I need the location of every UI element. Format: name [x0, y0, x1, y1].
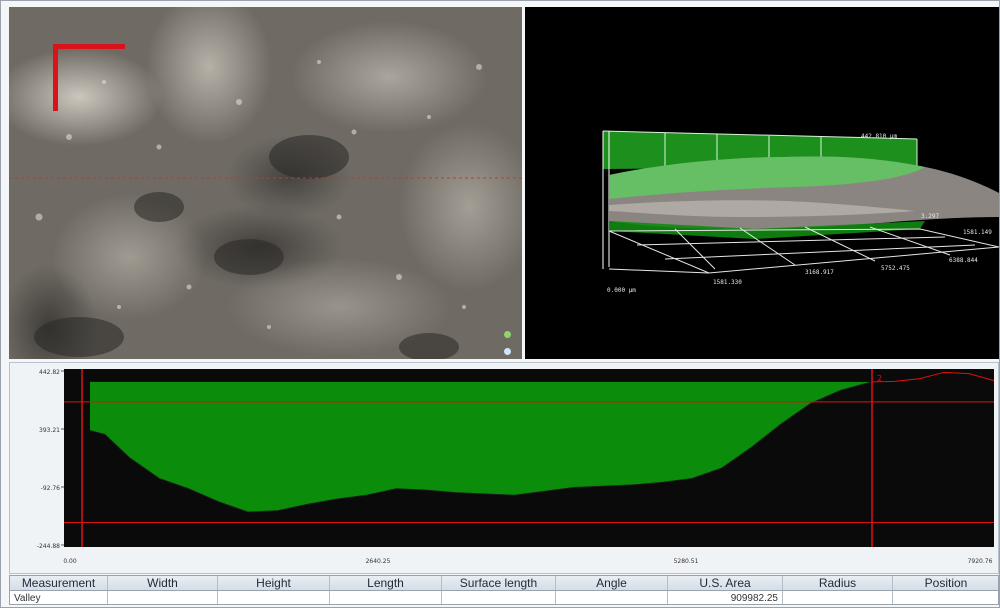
surface-3d-render: [602, 130, 999, 274]
column-header[interactable]: Length: [330, 576, 442, 590]
surface-texture: [9, 60, 522, 359]
column-header[interactable]: Surface length: [442, 576, 556, 590]
column-header[interactable]: Width: [108, 576, 218, 590]
table-cell: [442, 591, 556, 604]
profile-chart-panel[interactable]: 2 442.82 393.21 -92.76 -244.88 0.00 2640.25 52…: [9, 362, 999, 574]
x-tick-label: 2640.25: [366, 558, 391, 565]
column-header[interactable]: Height: [218, 576, 330, 590]
x-tick-4: 6388.844: [949, 257, 978, 264]
y-tick-label: -92.76: [41, 485, 61, 492]
y-tick-label: 393.21: [39, 427, 60, 434]
scale-bar-x: [53, 44, 125, 49]
x-tick-1: 1581.330: [713, 279, 742, 286]
table-cell: [218, 591, 330, 604]
surface-3d-view[interactable]: 442.810 μm 3.297 0.000 μm 1581.330 3168.…: [525, 7, 999, 359]
table-cell: [783, 591, 893, 604]
white-marker-icon[interactable]: [504, 348, 511, 355]
y-tick-label: 442.82: [39, 369, 60, 376]
z-mid-label: 3.297: [921, 213, 940, 220]
column-header[interactable]: Position: [893, 576, 998, 590]
column-header[interactable]: Angle: [556, 576, 668, 590]
green-marker-icon[interactable]: [504, 331, 511, 338]
microscope-image-view[interactable]: [9, 7, 522, 359]
z-min-label: 0.000 μm: [607, 287, 636, 294]
x-tick-5: 1581.149: [963, 229, 992, 236]
column-header[interactable]: U.S. Area: [668, 576, 783, 590]
table-cell: 909982.25: [668, 591, 783, 604]
analyzer-window: 442.810 μm 3.297 0.000 μm 1581.330 3168.…: [0, 0, 1000, 608]
scale-bar-y: [53, 47, 58, 111]
table-cell: [893, 591, 998, 604]
cursor-label: 2: [877, 374, 882, 383]
table-cell: [108, 591, 218, 604]
profile-chart[interactable]: 2 442.82 393.21 -92.76 -244.88 0.00 2640.25 52…: [10, 363, 1000, 575]
column-header[interactable]: Radius: [783, 576, 893, 590]
x-tick-3: 5752.475: [881, 265, 910, 272]
table-header: Measurement Width Height Length Surface leng…: [10, 576, 998, 591]
column-header[interactable]: Measurement: [10, 576, 108, 590]
x-tick-label: 5280.51: [674, 558, 699, 565]
table-cell: [330, 591, 442, 604]
table-cell: [556, 591, 668, 604]
table-cell: Valley: [10, 591, 108, 604]
z-max-label: 442.810 μm: [861, 133, 898, 140]
table-row[interactable]: Valley 909982.25: [10, 591, 998, 604]
y-tick-label: -244.88: [37, 543, 60, 550]
measurement-table[interactable]: Measurement Width Height Length Surface leng…: [9, 575, 999, 605]
x-tick-label: 7920.76: [968, 558, 993, 565]
x-tick-label: 0.00: [63, 558, 77, 565]
x-tick-2: 3168.917: [805, 269, 834, 276]
